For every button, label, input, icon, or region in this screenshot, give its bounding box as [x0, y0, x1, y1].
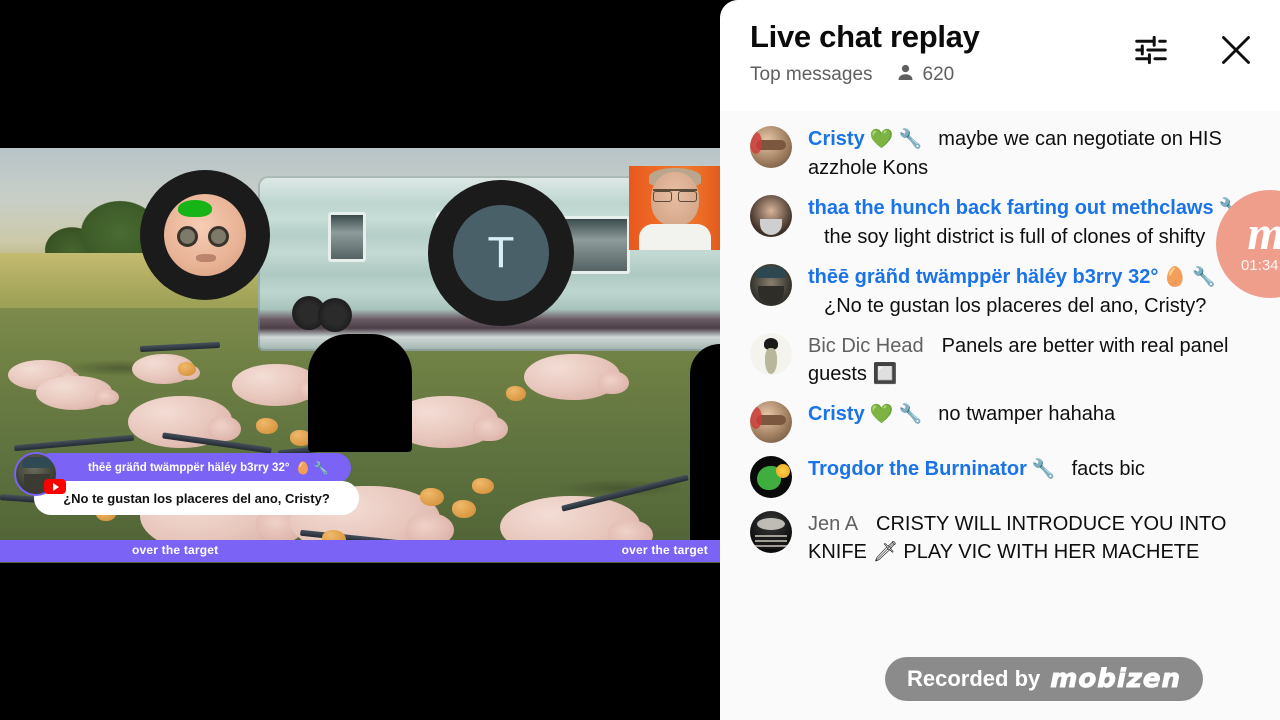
chat-message-text: ¿No te gustan los placeres del ano, Cris… — [824, 295, 1207, 317]
censor-rect — [308, 334, 412, 452]
ticker-text-left: over the target — [132, 543, 219, 557]
chat-message-text: the soy light district is full of clones… — [824, 226, 1206, 248]
video-player[interactable]: T thēē gräñd twämppër häléy b3rry 32° 🥚 … — [0, 0, 720, 720]
chat-author-badges-icon: 🔧 — [1218, 198, 1243, 219]
chat-header-actions — [1132, 30, 1256, 70]
avatar[interactable] — [750, 401, 792, 443]
lower-third-messagebox: ¿No te gustan los placeres del ano, Cris… — [34, 481, 359, 515]
chat-author-badges-icon: 🥚 🔧 — [1163, 267, 1216, 288]
chat-message-body: Cristy 💚 🔧 maybe we can negotiate on HIS a… — [808, 125, 1262, 182]
trailer-window — [328, 212, 366, 262]
avatar[interactable] — [750, 126, 792, 168]
person-icon — [895, 62, 916, 88]
chat-message-body: Cristy 💚 🔧 no twamper hahaha — [808, 400, 1115, 429]
chat-message-body: Trogdor the Burninator 🔧 facts bic — [808, 455, 1145, 484]
chat-message-author[interactable]: thaa the hunch back farting out methclaw… — [808, 197, 1214, 219]
chat-mode-label[interactable]: Top messages — [750, 64, 873, 86]
live-chat-panel: Live chat replay Top messages 620 Cristy… — [720, 0, 1280, 720]
avatar[interactable] — [750, 333, 792, 375]
nugget — [506, 386, 526, 401]
chat-message[interactable]: Trogdor the Burninator 🔧 facts bic — [720, 449, 1280, 504]
chat-author-badges-icon: 💚 🔧 — [869, 129, 923, 150]
guest-shirt — [639, 224, 711, 250]
trailer-wheel — [318, 298, 352, 332]
close-icon[interactable] — [1216, 30, 1256, 70]
chat-message-body: thaa the hunch back farting out methclaw… — [808, 194, 1262, 251]
chat-header: Live chat replay Top messages 620 — [720, 0, 1280, 111]
viewer-count-block: 620 — [895, 62, 955, 88]
eye-left — [177, 226, 198, 247]
chat-message-list[interactable]: Cristy 💚 🔧 maybe we can negotiate on HIS a… — [720, 111, 1280, 720]
chat-author-badges-icon: 🔧 — [1031, 459, 1056, 480]
nugget — [178, 362, 196, 376]
recorded-by-watermark: Recorded by mobizen — [885, 657, 1204, 701]
censor-circle-avatar: T — [428, 180, 574, 326]
youtube-play-badge-icon — [44, 479, 66, 494]
chat-message-text: CRISTY WILL INTRODUCE YOU INTO KNIFE 🗡 P… — [808, 513, 1227, 563]
pig — [524, 354, 629, 400]
cartoon-face — [164, 194, 246, 276]
chat-message-author[interactable]: Cristy — [808, 128, 865, 150]
lower-third-author: thēē gräñd twämppër häléy b3rry 32° — [88, 462, 290, 474]
chat-message-author[interactable]: Bic Dic Head — [808, 335, 924, 357]
chat-message-author[interactable]: thēē gräñd twämppër häléy b3rry 32° — [808, 266, 1158, 288]
chat-message-text: no twamper hahaha — [938, 403, 1116, 425]
avatar-cap — [22, 457, 52, 468]
viewer-count: 620 — [922, 64, 955, 85]
lower-third-badges: 🥚 🔧 — [295, 461, 329, 475]
chat-author-badges-icon: 💚 🔧 — [869, 404, 923, 425]
chat-message-body: Bic Dic Head Panels are better with real … — [808, 332, 1262, 388]
pig — [36, 376, 119, 410]
avatar-initial: T — [453, 205, 549, 301]
recorded-by-label: Recorded by — [907, 666, 1041, 691]
guest-inset-thumbnail — [629, 166, 720, 250]
video-frame: T thēē gräñd twämppër häléy b3rry 32° 🥚 … — [0, 148, 720, 563]
mouth — [196, 254, 216, 262]
censor-circle-face — [140, 170, 270, 300]
chat-message[interactable]: Cristy 💚 🔧 maybe we can negotiate on HIS a… — [720, 119, 1280, 188]
chat-message-body: Jen A CRISTY WILL INTRODUCE YOU INTO KNIF… — [808, 510, 1262, 566]
lower-third-namebar: thēē gräñd twämppër häléy b3rry 32° 🥚 🔧 — [36, 453, 351, 483]
chat-message[interactable]: thaa the hunch back farting out methclaw… — [720, 188, 1280, 257]
chat-message[interactable]: Cristy 💚 🔧 no twamper hahaha — [720, 394, 1280, 449]
nugget — [472, 478, 494, 494]
tune-icon[interactable] — [1132, 31, 1170, 69]
mobizen-brand-text: mobizen — [1050, 664, 1182, 695]
guest-glasses — [653, 189, 697, 202]
chat-message-author[interactable]: Cristy — [808, 403, 865, 425]
chat-message-author[interactable]: Trogdor the Burninator — [808, 458, 1027, 480]
chat-message-author[interactable]: Jen A — [808, 513, 858, 535]
chat-message[interactable]: Bic Dic Head Panels are better with real … — [720, 326, 1280, 394]
pig — [232, 364, 326, 406]
chat-message[interactable]: thēē gräñd twämppër häléy b3rry 32° 🥚 🔧 ¿N… — [720, 257, 1280, 326]
avatar[interactable] — [750, 456, 792, 498]
chat-message[interactable]: Jen A CRISTY WILL INTRODUCE YOU INTO KNIF… — [720, 504, 1280, 572]
eye-right — [208, 226, 229, 247]
ticker-text-right: over the target — [621, 543, 708, 557]
green-hair — [178, 200, 212, 217]
nugget — [420, 488, 444, 506]
chat-message-body: thēē gräñd twämppër häléy b3rry 32° 🥚 🔧 ¿N… — [808, 263, 1262, 320]
avatar[interactable] — [750, 511, 792, 553]
avatar[interactable] — [750, 195, 792, 237]
ticker-banner: over the target over the target — [0, 540, 720, 562]
lower-third-message: ¿No te gustan los placeres del ano, Cris… — [63, 490, 330, 506]
chat-message-text: facts bic — [1071, 458, 1145, 480]
nugget — [452, 500, 476, 518]
censor-rect-right — [690, 344, 720, 544]
avatar[interactable] — [750, 264, 792, 306]
nugget — [256, 418, 278, 434]
